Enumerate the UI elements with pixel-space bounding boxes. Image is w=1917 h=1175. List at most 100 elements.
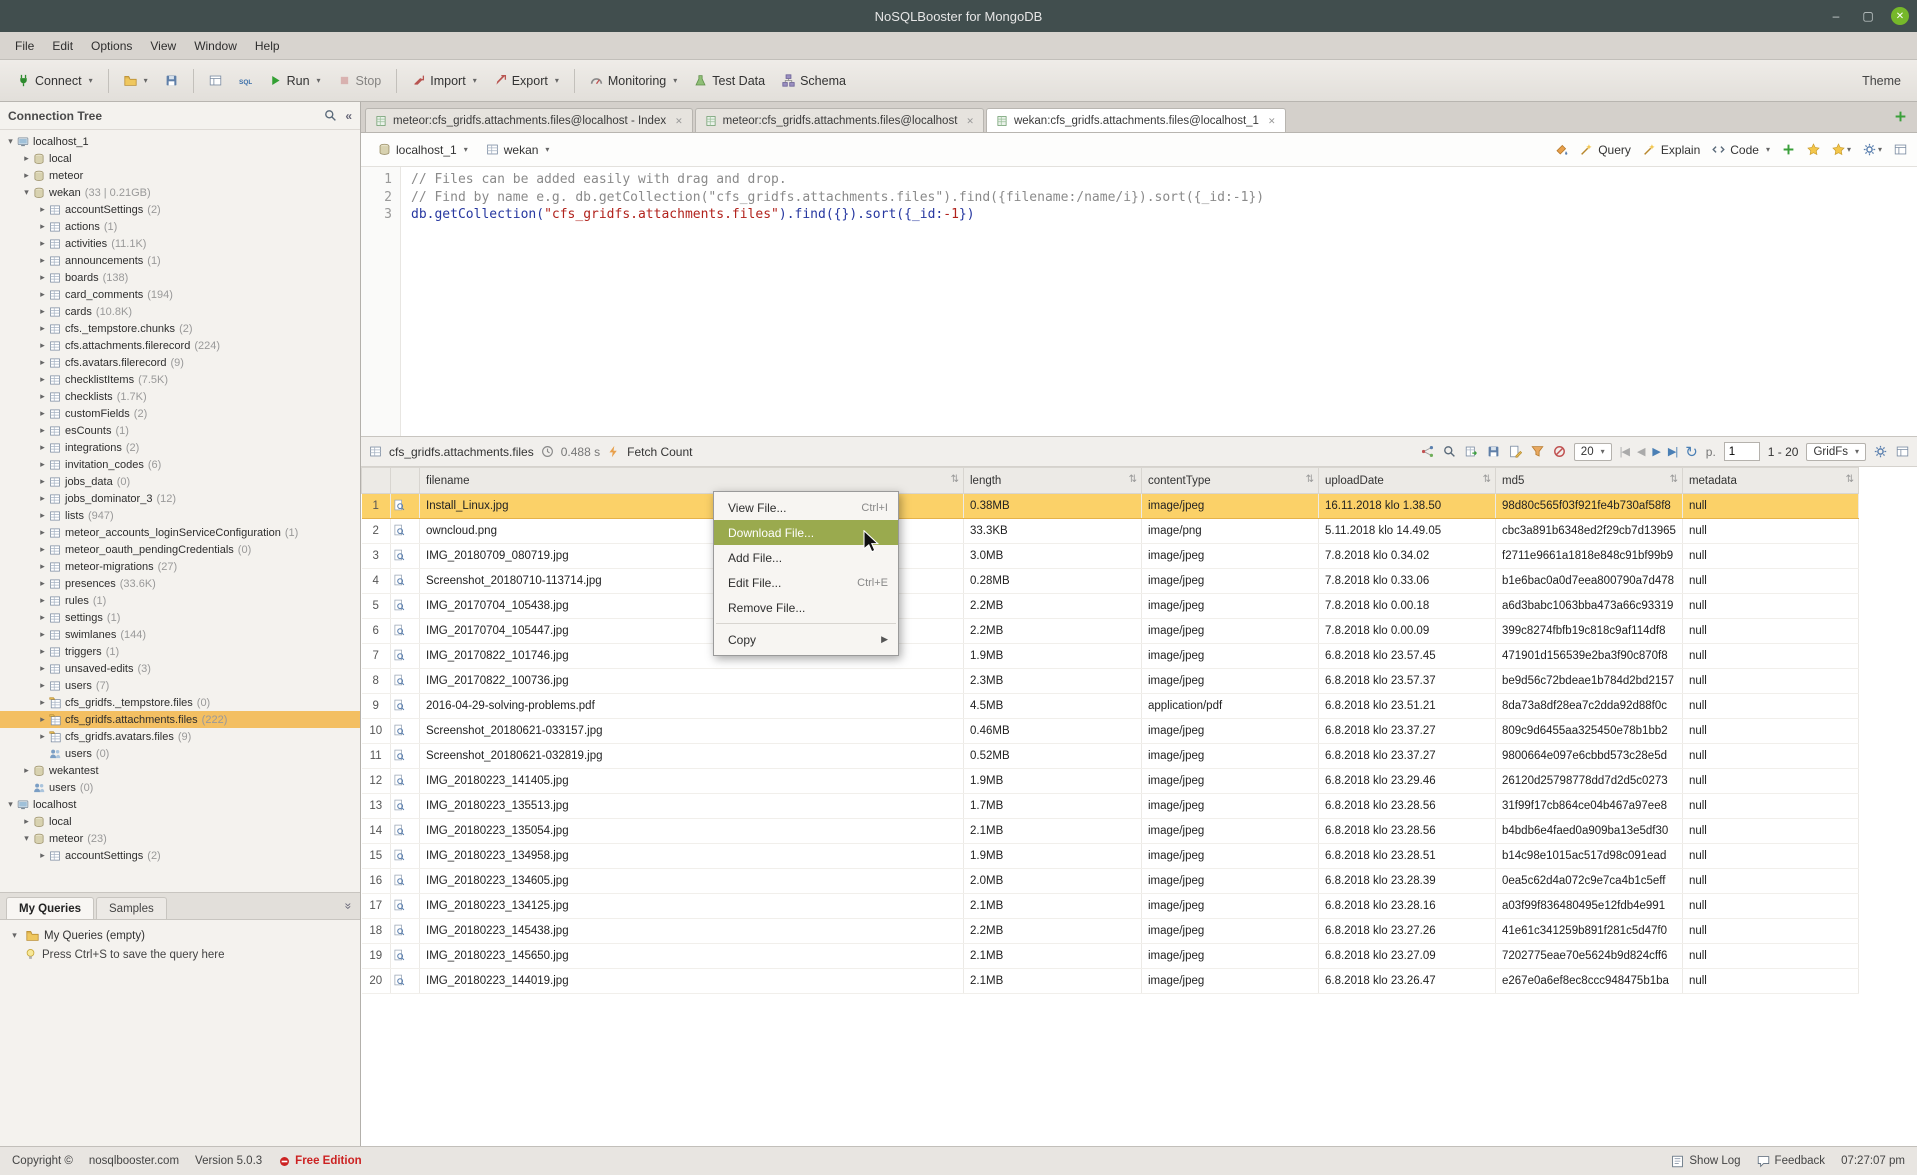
view-mode-select[interactable]: GridFs ▾ bbox=[1806, 443, 1866, 461]
chevron-right-icon[interactable]: ▸ bbox=[36, 595, 49, 606]
chevron-right-icon[interactable]: ▸ bbox=[36, 510, 49, 521]
chevron-right-icon[interactable]: ▸ bbox=[20, 153, 33, 164]
database-breadcrumb[interactable]: localhost_1 ▾ bbox=[371, 139, 475, 161]
view-file-cell[interactable] bbox=[391, 944, 420, 969]
chevron-right-icon[interactable]: ▸ bbox=[20, 765, 33, 776]
view-file-cell[interactable] bbox=[391, 619, 420, 644]
chevron-right-icon[interactable]: ▸ bbox=[36, 646, 49, 657]
minimize-button[interactable]: – bbox=[1827, 7, 1845, 25]
column-header-md5[interactable]: md5⇅ bbox=[1496, 468, 1683, 494]
tree-item-actions[interactable]: ▸actions(1) bbox=[0, 218, 360, 235]
table-row[interactable]: 3IMG_20180709_080719.jpg3.0MBimage/jpeg7… bbox=[362, 544, 1859, 569]
view-file-cell[interactable] bbox=[391, 644, 420, 669]
chevron-right-icon[interactable]: ▸ bbox=[36, 731, 49, 742]
chevron-right-icon[interactable]: ▸ bbox=[36, 306, 49, 317]
chevron-right-icon[interactable]: ▸ bbox=[36, 204, 49, 215]
tableexport-button[interactable] bbox=[1465, 445, 1478, 458]
page-input[interactable] bbox=[1724, 442, 1760, 461]
network-button[interactable] bbox=[1421, 445, 1434, 458]
tree-item-accountSettings[interactable]: ▸accountSettings(2) bbox=[0, 201, 360, 218]
tab-samples[interactable]: Samples bbox=[96, 897, 167, 919]
fetch-count-button[interactable]: Fetch Count bbox=[627, 445, 692, 459]
tree-item-cfs._tempstore.chunks[interactable]: ▸cfs._tempstore.chunks(2) bbox=[0, 320, 360, 337]
chevron-right-icon[interactable]: ▸ bbox=[36, 391, 49, 402]
code-button[interactable]: Code▾ bbox=[1712, 143, 1770, 157]
column-header-metadata[interactable]: metadata⇅ bbox=[1682, 468, 1858, 494]
star-button[interactable] bbox=[1807, 143, 1820, 156]
tree-item-cfs_gridfs._tempstore.files[interactable]: ▸cfs_gridfs._tempstore.files(0) bbox=[0, 694, 360, 711]
view-file-cell[interactable] bbox=[391, 669, 420, 694]
tree-item-checklistItems[interactable]: ▸checklistItems(7.5K) bbox=[0, 371, 360, 388]
tree-item-invitation_codes[interactable]: ▸invitation_codes(6) bbox=[0, 456, 360, 473]
table-row[interactable]: 18IMG_20180223_145438.jpg2.2MBimage/jpeg… bbox=[362, 919, 1859, 944]
column-header-filename[interactable]: filename⇅ bbox=[420, 468, 964, 494]
tree-item-local[interactable]: ▸local bbox=[0, 813, 360, 830]
chevron-right-icon[interactable]: ▸ bbox=[36, 544, 49, 555]
chevron-right-icon[interactable]: ▸ bbox=[36, 850, 49, 861]
table-row[interactable]: 17IMG_20180223_134125.jpg2.1MBimage/jpeg… bbox=[362, 894, 1859, 919]
tree-item-cfs_gridfs.avatars.files[interactable]: ▸cfs_gridfs.avatars.files(9) bbox=[0, 728, 360, 745]
close-tab-icon[interactable]: ✕ bbox=[675, 116, 683, 127]
tree-item-wekan[interactable]: ▾wekan(33 | 0.21GB) bbox=[0, 184, 360, 201]
tree-item-cfs.attachments.filerecord[interactable]: ▸cfs.attachments.filerecord(224) bbox=[0, 337, 360, 354]
menu-file[interactable]: File bbox=[6, 34, 43, 58]
chevron-right-icon[interactable]: ▸ bbox=[36, 238, 49, 249]
menu-view[interactable]: View bbox=[141, 34, 185, 58]
nofilter-button[interactable] bbox=[1553, 445, 1566, 458]
chevron-right-icon[interactable]: ▸ bbox=[36, 442, 49, 453]
tab-document-1[interactable]: meteor:cfs_gridfs.attachments.files@loca… bbox=[365, 108, 693, 132]
table-row[interactable]: 8IMG_20170822_100736.jpg2.3MBimage/jpeg6… bbox=[362, 669, 1859, 694]
export-button[interactable]: Export▾ bbox=[487, 68, 566, 94]
chevron-right-icon[interactable]: ▸ bbox=[36, 340, 49, 351]
view-file-cell[interactable] bbox=[391, 719, 420, 744]
next-page-button[interactable]: ▶ bbox=[1652, 445, 1659, 458]
chevron-right-icon[interactable]: ▸ bbox=[20, 170, 33, 181]
table-row[interactable]: 19IMG_20180223_145650.jpg2.1MBimage/jpeg… bbox=[362, 944, 1859, 969]
tree-item-local[interactable]: ▸local bbox=[0, 150, 360, 167]
tree-item-accountSettings[interactable]: ▸accountSettings(2) bbox=[0, 847, 360, 864]
tree-item-card_comments[interactable]: ▸card_comments(194) bbox=[0, 286, 360, 303]
chevron-right-icon[interactable]: ▸ bbox=[20, 816, 33, 827]
pencil-button[interactable] bbox=[1509, 445, 1522, 458]
tree-item-wekantest[interactable]: ▸wekantest bbox=[0, 762, 360, 779]
menu-item-remove-file[interactable]: Remove File... bbox=[714, 595, 898, 620]
view-file-cell[interactable] bbox=[391, 519, 420, 544]
tree-item-users[interactable]: users(0) bbox=[0, 779, 360, 796]
chevron-down-icon[interactable]: ▾ bbox=[4, 136, 17, 147]
save-button[interactable] bbox=[158, 68, 185, 93]
view-file-cell[interactable] bbox=[391, 594, 420, 619]
last-page-button[interactable]: ▶| bbox=[1668, 445, 1677, 458]
theme-button[interactable]: Theme bbox=[1862, 74, 1907, 88]
chevron-right-icon[interactable]: ▸ bbox=[36, 408, 49, 419]
plus-button[interactable] bbox=[1782, 143, 1795, 156]
table-row[interactable]: 7IMG_20170822_101746.jpg1.9MBimage/jpeg6… bbox=[362, 644, 1859, 669]
tree-item-jobs_dominator_3[interactable]: ▸jobs_dominator_3(12) bbox=[0, 490, 360, 507]
sql-button[interactable]: SQL bbox=[232, 68, 259, 93]
tree-item-activities[interactable]: ▸activities(11.1K) bbox=[0, 235, 360, 252]
chevron-right-icon[interactable]: ▸ bbox=[36, 357, 49, 368]
view-file-cell[interactable] bbox=[391, 494, 420, 519]
explain-button[interactable]: Explain bbox=[1643, 143, 1700, 157]
view-file-cell[interactable] bbox=[391, 869, 420, 894]
tree-item-swimlanes[interactable]: ▸swimlanes(144) bbox=[0, 626, 360, 643]
panel-button[interactable] bbox=[1896, 445, 1909, 458]
page-size-select[interactable]: 20 ▾ bbox=[1574, 443, 1612, 461]
tree-item-checklists[interactable]: ▸checklists(1.7K) bbox=[0, 388, 360, 405]
column-header-length[interactable]: length⇅ bbox=[964, 468, 1142, 494]
collapse-panel-icon[interactable]: » bbox=[342, 903, 356, 910]
chevron-right-icon[interactable]: ▸ bbox=[36, 714, 49, 725]
tree-item-unsaved-edits[interactable]: ▸unsaved-edits(3) bbox=[0, 660, 360, 677]
tree-item-localhost[interactable]: ▾localhost bbox=[0, 796, 360, 813]
table-row[interactable]: 6IMG_20170704_105447.jpg2.2MBimage/jpeg7… bbox=[362, 619, 1859, 644]
paint-bucket-icon[interactable] bbox=[1555, 143, 1568, 156]
collection-breadcrumb[interactable]: wekan ▾ bbox=[479, 139, 557, 161]
import-button[interactable]: Import▾ bbox=[405, 68, 483, 94]
site-link[interactable]: nosqlbooster.com bbox=[89, 1155, 179, 1167]
menu-window[interactable]: Window bbox=[185, 34, 246, 58]
collapse-sidebar-icon[interactable]: « bbox=[345, 109, 352, 123]
open-button[interactable]: ▾ bbox=[117, 68, 155, 93]
tree-item-lists[interactable]: ▸lists(947) bbox=[0, 507, 360, 524]
prev-page-button[interactable]: ◀ bbox=[1637, 445, 1644, 458]
view-file-cell[interactable] bbox=[391, 769, 420, 794]
chevron-right-icon[interactable]: ▸ bbox=[36, 459, 49, 470]
